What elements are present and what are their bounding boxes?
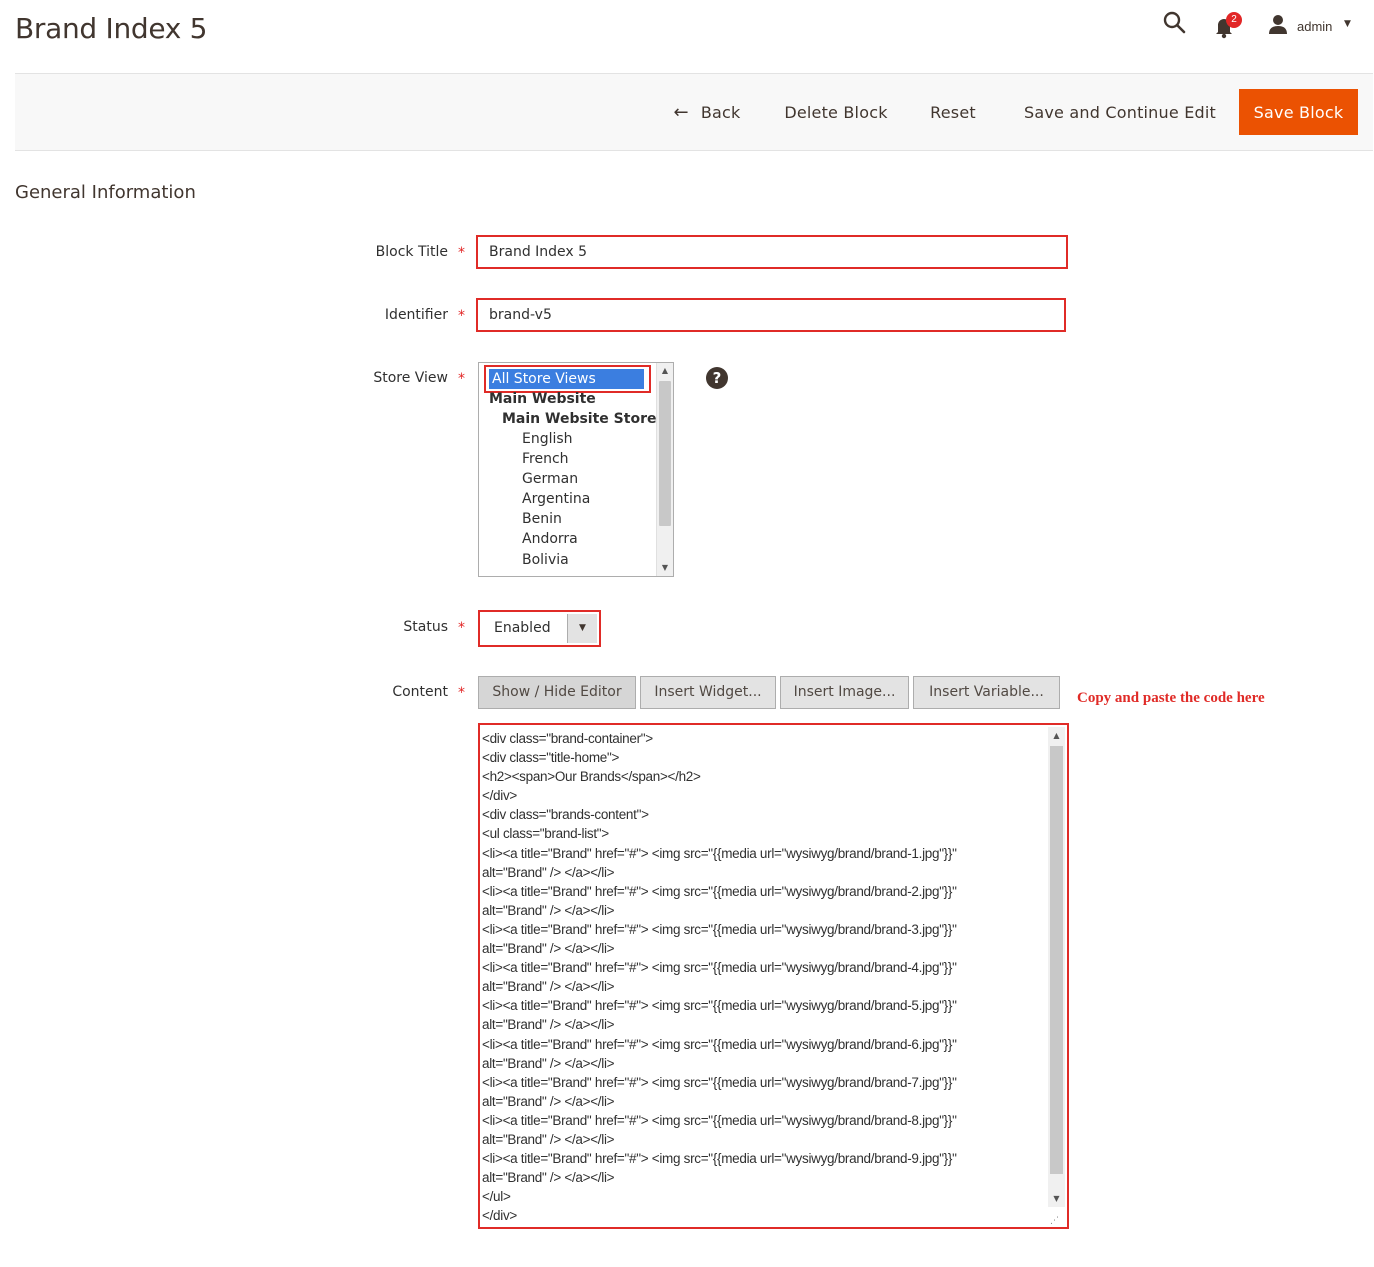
required-asterisk: *	[458, 308, 465, 324]
content-scrollbar[interactable]: ▲ ▼	[1048, 727, 1065, 1207]
identifier-label: Identifier	[384, 307, 448, 323]
code-lines: <div class="brand-container"> <div class…	[482, 729, 1047, 1225]
section-title: General Information	[15, 182, 196, 203]
code-line: <div class="brand-container">	[482, 731, 653, 746]
content-textarea[interactable]: <div class="brand-container"> <div class…	[478, 723, 1069, 1229]
save-block-button[interactable]: Save Block	[1239, 89, 1358, 135]
search-icon[interactable]	[1162, 10, 1192, 40]
code-line: <li><a title="Brand" href="#"> <img src=…	[482, 921, 957, 937]
code-line: <div class="brands-content">	[482, 807, 649, 823]
code-line: alt="Brand" /> </a></li>	[482, 941, 615, 957]
store-view-option-french[interactable]: French	[522, 451, 569, 467]
code-line: </ul>	[482, 1189, 511, 1205]
store-view-option-argentina[interactable]: Argentina	[522, 491, 590, 507]
code-line: <li><a title="Brand" href="#"> <img src=…	[482, 845, 957, 861]
status-label: Status	[403, 619, 448, 635]
back-button[interactable]: ← Back	[667, 90, 747, 135]
save-and-continue-button[interactable]: Save and Continue Edit	[1020, 90, 1220, 135]
selection-highlight-box	[484, 365, 651, 393]
insert-widget-button[interactable]: Insert Widget...	[640, 676, 776, 709]
page-title: Brand Index 5	[15, 12, 208, 45]
user-menu[interactable]: admin ▼	[1268, 14, 1358, 38]
scroll-up-icon[interactable]: ▲	[657, 363, 673, 379]
store-view-scrollbar[interactable]: ▲ ▼	[656, 363, 673, 576]
code-line: <li><a title="Brand" href="#"> <img src=…	[482, 960, 957, 976]
code-line: <div class="title-home">	[482, 750, 620, 766]
code-line: alt="Brand" /> </a></li>	[482, 1093, 615, 1109]
identifier-input[interactable]: brand-v5	[476, 298, 1066, 332]
code-line: alt="Brand" /> </a></li>	[482, 864, 615, 880]
scrollbar-thumb[interactable]	[659, 381, 671, 526]
required-asterisk: *	[458, 685, 465, 701]
store-view-option-german[interactable]: German	[522, 471, 578, 487]
store-view-option-website[interactable]: Main Website	[489, 391, 596, 407]
code-line: alt="Brand" /> </a></li>	[482, 979, 615, 995]
block-title-label: Block Title	[375, 244, 448, 260]
store-view-multiselect[interactable]: All Store Views Main Website Main Websit…	[478, 362, 674, 577]
store-view-option-english[interactable]: English	[522, 431, 573, 447]
help-question-icon[interactable]: ?	[706, 367, 728, 389]
code-line: alt="Brand" /> </a></li>	[482, 1055, 615, 1071]
dropdown-arrow-icon[interactable]: ▼	[567, 614, 597, 643]
code-line: </div>	[482, 1208, 517, 1224]
code-line: <li><a title="Brand" href="#"> <img src=…	[482, 1074, 957, 1090]
status-value: Enabled	[494, 620, 551, 636]
arrow-left-icon: ←	[673, 102, 689, 123]
page-actions-toolbar: ← Back Delete Block Reset Save and Contin…	[15, 73, 1373, 151]
scrollbar-thumb[interactable]	[1050, 746, 1063, 1174]
user-name: admin	[1297, 19, 1333, 34]
code-line: <li><a title="Brand" href="#"> <img src=…	[482, 883, 957, 899]
show-hide-editor-button[interactable]: Show / Hide Editor	[478, 676, 636, 709]
user-icon	[1269, 15, 1287, 34]
block-title-input[interactable]: Brand Index 5	[476, 235, 1068, 269]
store-view-option-store[interactable]: Main Website Store	[502, 411, 656, 427]
code-line: <h2><span>Our Brands</span></h2>	[482, 769, 701, 785]
code-line: <li><a title="Brand" href="#"> <img src=…	[482, 1112, 957, 1128]
required-asterisk: *	[458, 371, 465, 387]
content-label: Content	[392, 684, 448, 700]
reset-button[interactable]: Reset	[928, 90, 978, 135]
notifications-bell-icon[interactable]: 2	[1212, 10, 1242, 40]
store-view-label: Store View	[373, 370, 448, 386]
store-view-option-benin[interactable]: Benin	[522, 511, 562, 527]
code-line: <ul class="brand-list">	[482, 826, 609, 842]
code-line: <li><a title="Brand" href="#"> <img src=…	[482, 998, 957, 1014]
annotation-note: Copy and paste the code here	[1077, 690, 1265, 706]
caret-down-icon: ▼	[1344, 19, 1351, 29]
notification-count-badge: 2	[1226, 12, 1242, 28]
resize-grip-icon[interactable]: ⋰	[1050, 1216, 1059, 1226]
code-line: alt="Brand" /> </a></li>	[482, 1131, 615, 1147]
insert-variable-button[interactable]: Insert Variable...	[913, 676, 1060, 709]
code-line: alt="Brand" /> </a></li>	[482, 1017, 615, 1033]
insert-image-button[interactable]: Insert Image...	[780, 676, 909, 709]
store-view-option-andorra[interactable]: Andorra	[522, 531, 578, 547]
delete-block-button[interactable]: Delete Block	[781, 90, 891, 135]
scroll-down-icon[interactable]: ▼	[1048, 1190, 1065, 1207]
back-label: Back	[700, 103, 741, 122]
scroll-down-icon[interactable]: ▼	[657, 560, 673, 576]
status-select[interactable]: Enabled ▼	[478, 610, 601, 647]
scroll-up-icon[interactable]: ▲	[1048, 727, 1065, 744]
code-line: alt="Brand" /> </a></li>	[482, 1170, 615, 1186]
required-asterisk: *	[458, 620, 465, 636]
required-asterisk: *	[458, 245, 465, 261]
store-view-option-bolivia[interactable]: Bolivia	[522, 552, 569, 568]
code-line: </div>	[482, 788, 517, 804]
code-line: <li><a title="Brand" href="#"> <img src=…	[482, 1036, 957, 1052]
code-line: alt="Brand" /> </a></li>	[482, 902, 615, 918]
code-line: <li><a title="Brand" href="#"> <img src=…	[482, 1151, 957, 1167]
